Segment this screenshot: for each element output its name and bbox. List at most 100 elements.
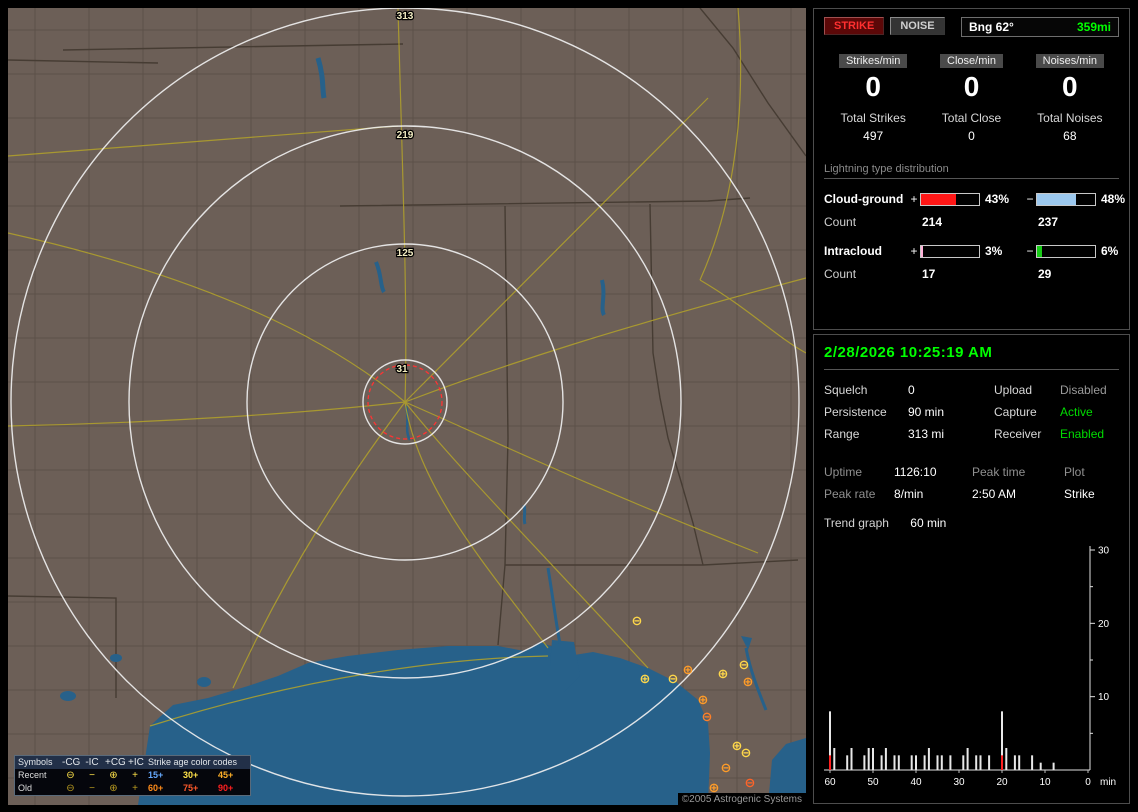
svg-text:60: 60 xyxy=(824,777,836,788)
svg-text:20: 20 xyxy=(996,777,1008,788)
upload-label: Upload xyxy=(994,383,1033,397)
total-strikes-label: Total Strikes xyxy=(840,110,906,125)
strike-marker: ⊖ xyxy=(721,760,732,775)
total-strikes-value: 497 xyxy=(863,128,884,143)
map-canvas[interactable]: 313 219 125 31 ⊖ ⊕ ⊕ ⊖ ⊕ ⊖ ⊕ ⊕ ⊖ ⊕ ⊖ ⊖ ⊖ ⊕ xyxy=(8,8,806,805)
total-strikes: Total Strikes 497 xyxy=(824,111,922,143)
range-label: Range xyxy=(824,427,860,441)
peak-time-value: 2:50 AM xyxy=(972,487,1017,501)
stats-panel: STRIKE NOISE Bng 62° 359mi Strikes/min 0… xyxy=(813,8,1130,330)
distribution-title: Lightning type distribution xyxy=(824,163,1119,179)
trend-graph-header: Trend graph 60 min xyxy=(824,516,1119,530)
strike-marker: ⊖ xyxy=(741,745,752,760)
status-panel: 2/28/2026 10:25:19 AM Squelch 0 Upload D… xyxy=(813,334,1130,804)
peak-time-label: Peak time xyxy=(972,465,1026,479)
cg-negative-pct: 48% xyxy=(1101,192,1126,207)
plot-label: Plot xyxy=(1064,465,1085,479)
age-code-60: 60+ xyxy=(148,783,164,793)
uptime-label: Uptime xyxy=(824,465,863,479)
cg-negative-count: 237 xyxy=(1038,215,1059,230)
svg-text:10: 10 xyxy=(1098,692,1110,703)
ic-plus-old-icon: + xyxy=(132,783,138,794)
cg-minus-icon: ⊖ xyxy=(66,770,75,781)
totals: Total Strikes 497 Total Close 0 Total No… xyxy=(824,111,1119,143)
strike-marker: ⊖ xyxy=(739,657,750,672)
age-code-90: 90+ xyxy=(218,783,234,793)
persistence-label: Persistence xyxy=(824,405,887,419)
noise-button[interactable]: NOISE xyxy=(890,17,945,35)
total-noises-label: Total Noises xyxy=(1037,110,1103,125)
legend-col-ncg: -CG xyxy=(59,756,82,769)
svg-text:30: 30 xyxy=(1098,546,1110,557)
intracloud-label: Intracloud xyxy=(824,244,883,259)
intracloud-count-row: Count 17 29 xyxy=(824,263,1119,286)
lightning-type-distribution: Lightning type distribution Cloud-ground… xyxy=(824,163,1126,286)
capture-value: Active xyxy=(1060,405,1093,419)
map-copyright: ©2005 Astrogenic Systems xyxy=(677,793,806,805)
strikes-per-min-value: 0 xyxy=(865,71,881,102)
cloud-ground-count-row: Count 214 237 xyxy=(824,211,1119,234)
ring-label-219: 219 xyxy=(397,130,414,141)
peak-rate-label: Peak rate xyxy=(824,487,876,501)
strike-marker: ⊕ xyxy=(683,662,694,677)
cg-minus-old-icon: ⊖ xyxy=(66,783,75,794)
ic-plus-sign: + xyxy=(910,244,918,259)
trend-graph-label: Trend graph xyxy=(824,516,889,530)
upload-value: Disabled xyxy=(1060,383,1107,397)
strike-marker: ⊖ xyxy=(632,613,643,628)
strikes-per-min-counter: Strikes/min 0 xyxy=(824,51,922,103)
ring-label-31: 31 xyxy=(396,364,408,375)
strike-marker: ⊖ xyxy=(668,671,679,686)
cg-plus-sign: + xyxy=(910,192,918,207)
ic-minus-sign: − xyxy=(1026,244,1034,259)
cg-positive-count: 214 xyxy=(922,215,943,230)
total-close-label: Total Close xyxy=(941,110,1002,125)
cg-positive-bar xyxy=(920,192,980,206)
receiver-label: Receiver xyxy=(994,427,1042,441)
svg-text:min: min xyxy=(1100,777,1116,788)
plot-value: Strike xyxy=(1064,487,1095,501)
total-noises: Total Noises 68 xyxy=(1021,111,1119,143)
settings-grid: Squelch 0 Upload Disabled Persistence 90… xyxy=(824,383,1119,441)
close-per-min-value: 0 xyxy=(963,71,980,102)
ic-positive-bar xyxy=(920,244,980,258)
bearing-distance: 359mi xyxy=(1076,20,1111,34)
strike-marker: ⊖ xyxy=(702,709,713,724)
rate-counters: Strikes/min 0 Close/min 0 Noises/min 0 xyxy=(824,51,1119,103)
total-close-value: 0 xyxy=(968,128,975,143)
ic-positive-pct: 3% xyxy=(985,244,1003,259)
peak-rate-value: 8/min xyxy=(894,487,924,501)
cg-plus-old-icon: ⊕ xyxy=(109,783,118,794)
bearing-label: Bng 62° xyxy=(969,20,1014,34)
ring-label-313: 313 xyxy=(397,11,414,22)
legend-row-old-label: Old xyxy=(18,783,33,793)
cloud-ground-row: Cloud-ground + 43% − 48% xyxy=(824,188,1126,211)
squelch-label: Squelch xyxy=(824,383,868,397)
map-legend: Symbols -CG -IC +CG +IC Strike age color… xyxy=(14,755,251,796)
legend-symbols-title: Symbols xyxy=(15,756,59,769)
age-code-45: 45+ xyxy=(218,770,234,780)
close-per-min-label: Close/min xyxy=(940,54,1003,68)
receiver-value: Enabled xyxy=(1060,427,1105,441)
ic-minus-icon: − xyxy=(89,770,95,781)
svg-text:40: 40 xyxy=(910,777,922,788)
intracloud-row: Intracloud + 3% − 6% xyxy=(824,240,1119,263)
legend-row-recent-label: Recent xyxy=(18,770,47,780)
legend-col-pic: +IC xyxy=(125,756,145,769)
ic-positive-count: 17 xyxy=(922,267,936,282)
svg-text:20: 20 xyxy=(1098,619,1110,630)
ic-plus-icon: + xyxy=(132,770,138,781)
ic-negative-bar xyxy=(1036,244,1096,258)
lightning-map[interactable]: 313 219 125 31 ⊖ ⊕ ⊕ ⊖ ⊕ ⊖ ⊕ ⊕ ⊖ ⊕ ⊖ ⊖ ⊖ ⊕ Symbols -C… xyxy=(8,8,806,805)
capture-label: Capture xyxy=(994,405,1037,419)
ic-negative-pct: 6% xyxy=(1101,244,1119,259)
strike-button[interactable]: STRIKE xyxy=(824,17,885,35)
cg-negative-bar xyxy=(1036,192,1096,206)
squelch-value: 0 xyxy=(908,383,915,397)
cg-plus-icon: ⊕ xyxy=(109,770,118,781)
strike-marker: ⊕ xyxy=(743,674,754,689)
datetime-display: 2/28/2026 10:25:19 AM xyxy=(824,343,1119,370)
legend-col-pcg: +CG xyxy=(102,756,126,769)
age-code-15: 15+ xyxy=(148,770,164,780)
age-code-75: 75+ xyxy=(183,783,199,793)
